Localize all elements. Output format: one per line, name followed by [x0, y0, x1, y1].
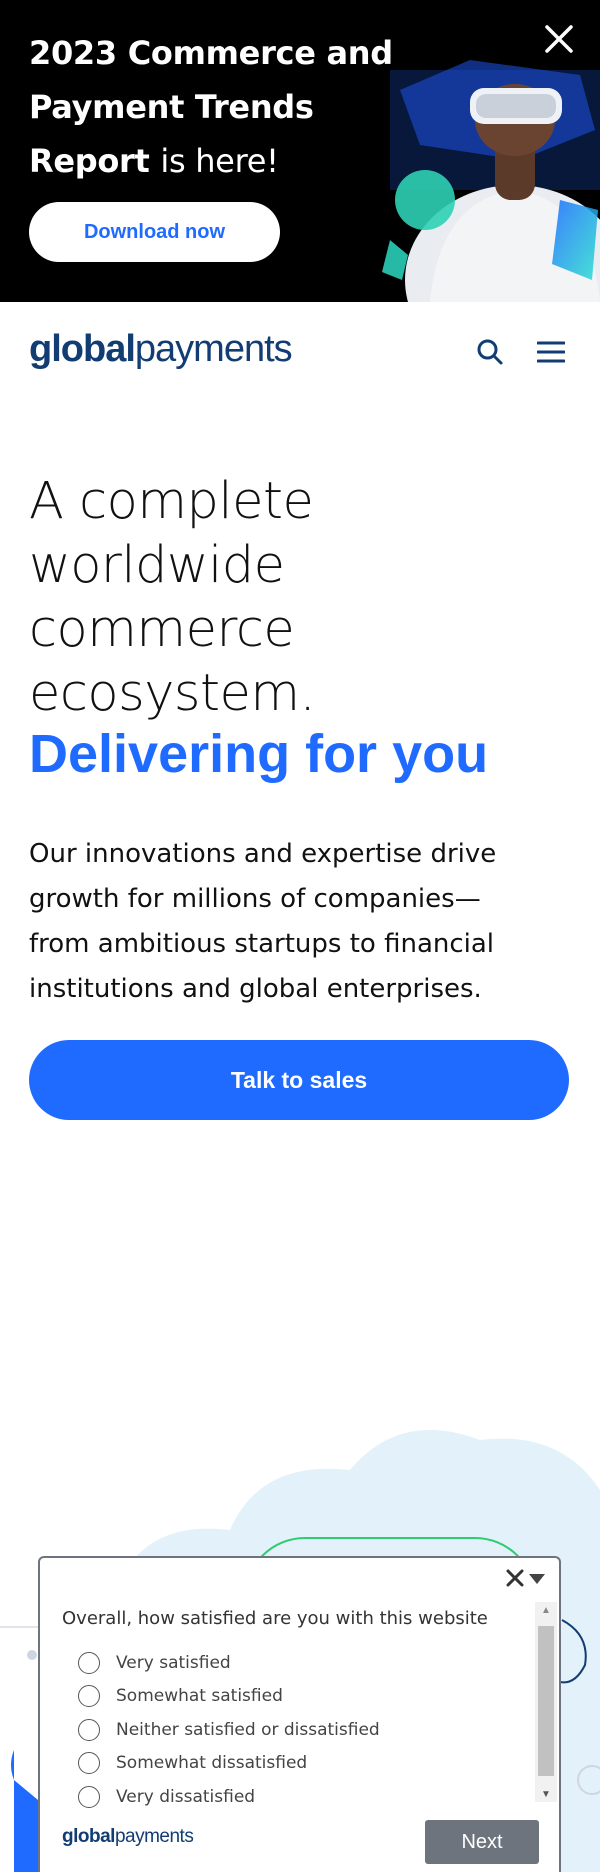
hero-accent-title: Delivering for you — [29, 724, 489, 784]
logo-light-text: payments — [114, 1826, 194, 1847]
survey-scrollbar[interactable]: ▲ ▼ — [535, 1602, 557, 1802]
survey-options: Very satisfied Somewhat satisfied Neithe… — [78, 1646, 498, 1814]
scrollbar-thumb[interactable] — [538, 1626, 554, 1776]
hero-title-line: A complete — [29, 472, 314, 531]
radio-button[interactable] — [78, 1651, 100, 1674]
scroll-down-arrow-icon[interactable]: ▼ — [535, 1786, 557, 1802]
radio-button[interactable] — [78, 1752, 100, 1775]
promo-banner: 2023 Commerce and Payment Trends Report … — [0, 0, 600, 302]
survey-option-label: Somewhat dissatisfied — [116, 1753, 308, 1774]
close-icon[interactable] — [544, 24, 574, 54]
satisfaction-survey-panel: Overall, how satisfied are you with this… — [38, 1556, 561, 1872]
survey-question: Overall, how satisfied are you with this… — [62, 1608, 488, 1629]
survey-option-label: Very satisfied — [116, 1652, 231, 1673]
site-header: globalpayments — [0, 302, 600, 392]
promo-title-light: is here! — [160, 142, 279, 180]
survey-option-label: Very dissatisfied — [116, 1786, 256, 1807]
close-icon[interactable] — [505, 1568, 525, 1588]
hero-description: Our innovations and expertise drive grow… — [29, 839, 497, 1004]
global-payments-logo[interactable]: globalpayments — [29, 328, 293, 371]
hero-title: A complete worldwide commerce ecosystem. — [29, 470, 569, 726]
download-now-button[interactable]: Download now — [29, 202, 280, 262]
search-icon[interactable] — [476, 338, 504, 366]
next-button[interactable]: Next — [425, 1820, 539, 1864]
survey-global-payments-logo: globalpayments — [62, 1826, 194, 1848]
logo-bold-text: global — [62, 1826, 115, 1847]
survey-option-very-satisfied[interactable]: Very satisfied — [78, 1646, 498, 1680]
hero-title-line: ecosystem. — [29, 664, 316, 723]
survey-option-very-dissatisfied[interactable]: Very dissatisfied — [78, 1780, 498, 1814]
radio-button[interactable] — [78, 1718, 100, 1741]
promo-title: 2023 Commerce and Payment Trends Report … — [29, 26, 409, 188]
talk-to-sales-button[interactable]: Talk to sales — [29, 1040, 569, 1120]
hero-title-line: commerce — [29, 600, 295, 659]
hamburger-menu-icon[interactable] — [537, 340, 565, 364]
logo-bold-text: global — [29, 328, 136, 370]
survey-option-somewhat-satisfied[interactable]: Somewhat satisfied — [78, 1680, 498, 1714]
survey-option-somewhat-dissatisfied[interactable]: Somewhat dissatisfied — [78, 1747, 498, 1781]
logo-light-text: payments — [134, 328, 293, 370]
survey-option-neither[interactable]: Neither satisfied or dissatisfied — [78, 1713, 498, 1747]
radio-button[interactable] — [78, 1785, 100, 1808]
hero-title-line: worldwide — [29, 536, 285, 595]
survey-option-label: Somewhat satisfied — [116, 1686, 283, 1707]
scroll-up-arrow-icon[interactable]: ▲ — [535, 1602, 557, 1618]
chevron-down-icon[interactable] — [527, 1572, 547, 1586]
radio-button[interactable] — [78, 1685, 100, 1708]
survey-option-label: Neither satisfied or dissatisfied — [116, 1719, 380, 1740]
